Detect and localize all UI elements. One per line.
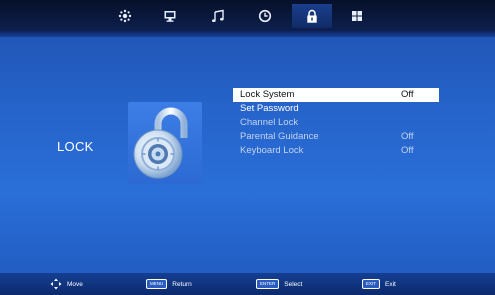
exit-key: EXIT [362,279,381,289]
grid-icon [352,11,362,21]
menu-item-label: Parental Guidance [240,131,319,142]
menu-item-label: Lock System [240,89,295,100]
menu-item-label: Keyboard Lock [240,145,304,156]
hint-select: ENTER Select [256,277,302,291]
hint-exit: EXIT Exit [362,277,396,291]
lock-icon [307,9,317,23]
menu-item-set-password[interactable]: Set Password [233,102,439,116]
tab-setup[interactable] [337,4,377,28]
menu-item-parental-guidance[interactable]: Parental Guidance Off [233,130,439,144]
tab-time[interactable] [245,4,285,28]
screen-icon [164,11,176,22]
padlock-dial-icon [133,107,188,179]
lock-illustration [128,102,202,184]
hint-exit-label: Exit [385,280,396,288]
hint-select-label: Select [284,280,303,288]
menu-item-label: Channel Lock [240,117,299,128]
menu-item-value: Off [401,89,414,100]
top-band [0,31,495,37]
hint-move: Move [50,277,83,291]
menu-item-value: Off [401,145,414,156]
enter-key: ENTER [256,279,280,289]
menu-item-lock-system[interactable]: Lock System Off [233,88,439,102]
menu-item-value: Off [401,131,414,142]
tab-screen[interactable] [150,4,190,28]
tv-menu-screen: LOCK Lock System Off Set Password Channe… [0,0,495,295]
hint-return: MENU Return [146,277,192,291]
menu-item-keyboard-lock[interactable]: Keyboard Lock Off [233,144,439,158]
tab-sound[interactable] [198,4,238,28]
menu-key: MENU [146,279,168,289]
music-note-icon [212,9,224,22]
top-tab-bar [0,0,495,37]
tab-picture[interactable] [105,4,145,28]
lock-menu: Lock System Off Set Password Channel Loc… [233,88,439,158]
footer-hint-bar: Move MENU Return ENTER Select EXIT Exit [0,273,495,295]
clock-icon [258,9,272,23]
menu-item-label: Set Password [240,103,299,114]
arrows-icon [50,278,62,290]
hint-return-label: Return [172,280,192,288]
section-title: LOCK [57,139,94,154]
menu-item-channel-lock[interactable]: Channel Lock [233,116,439,130]
hint-move-label: Move [67,280,83,288]
tab-lock[interactable] [292,4,332,28]
picture-icon [118,9,132,23]
